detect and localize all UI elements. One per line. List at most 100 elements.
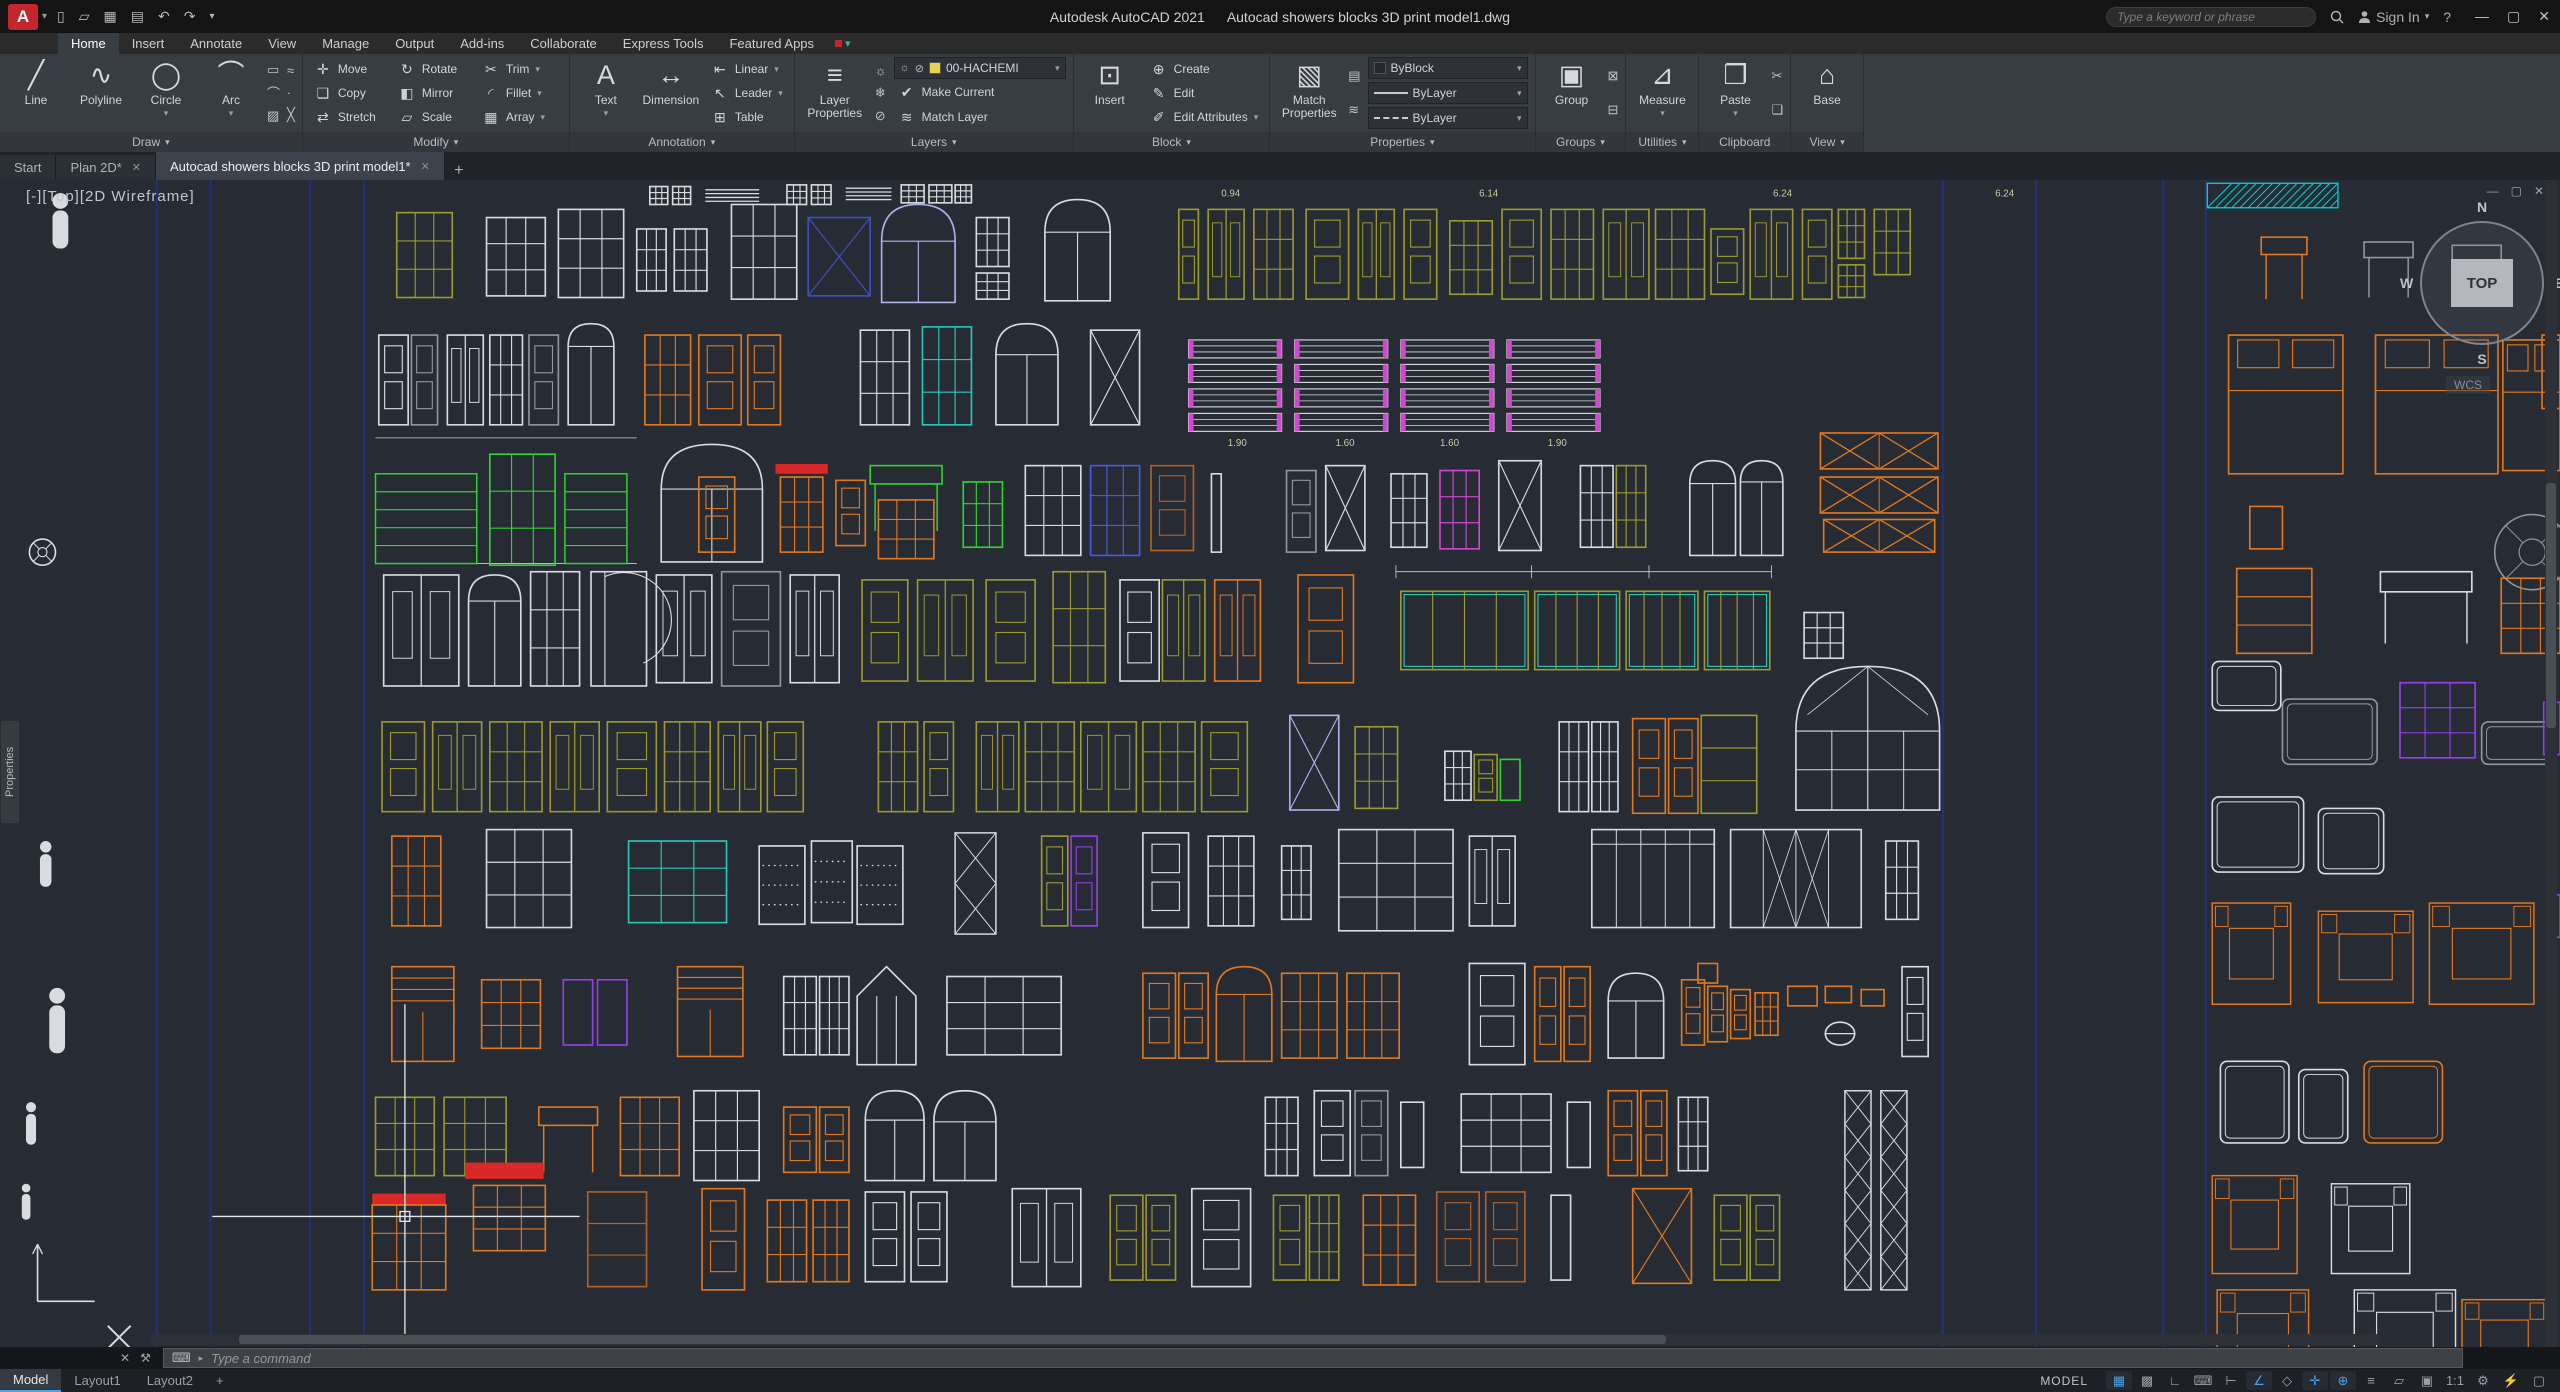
annotation-panel-label[interactable]: Annotation ▾: [569, 132, 794, 152]
wcs-dropdown[interactable]: WCS: [2446, 376, 2490, 394]
trim-button[interactable]: ✂ Trim ▾: [478, 57, 562, 81]
selection-cycling-icon[interactable]: ▣: [2414, 1371, 2440, 1390]
layer-properties-button[interactable]: ≡ Layer Properties: [802, 57, 868, 129]
new-file-icon[interactable]: ▯: [57, 8, 65, 25]
xline-icon[interactable]: ╳: [287, 107, 295, 123]
polyline-tool-button[interactable]: ∿ Polyline: [72, 57, 130, 129]
undo-icon[interactable]: ↶: [158, 8, 170, 25]
redo-icon[interactable]: ↷: [184, 8, 196, 25]
object-snap-tracking-icon[interactable]: ✛: [2302, 1371, 2328, 1390]
vertical-scrollbar-thumb[interactable]: [2546, 483, 2556, 729]
minimize-icon[interactable]: —: [2475, 8, 2489, 25]
draw-panel-label[interactable]: Draw ▾: [0, 132, 302, 152]
block-panel-label[interactable]: Block ▾: [1073, 132, 1270, 152]
ribbon-tab-addins[interactable]: Add-ins: [447, 33, 517, 54]
dimension-tool-button[interactable]: ↔ Dimension: [642, 57, 700, 129]
linetype-dropdown[interactable]: ByLayer ▾: [1367, 107, 1528, 129]
viewcube[interactable]: TOP N S W E: [2400, 199, 2560, 367]
file-tab-start[interactable]: Start: [0, 155, 57, 180]
layer-freeze-icon[interactable]: ❄: [875, 85, 887, 101]
match-properties-button[interactable]: ▧ Match Properties: [1277, 57, 1341, 129]
copy-button[interactable]: ❏ Copy: [310, 81, 394, 105]
help-icon[interactable]: ?: [2443, 9, 2451, 25]
move-button[interactable]: ✛ Move: [310, 57, 394, 81]
horizontal-scrollbar[interactable]: [150, 1334, 2380, 1345]
infer-constraints-icon[interactable]: ∟: [2162, 1371, 2188, 1390]
properties-panel-label[interactable]: Properties ▾: [1270, 132, 1535, 152]
close-icon[interactable]: ✕: [2538, 8, 2550, 25]
layer-dropdown[interactable]: ☼ ⊘ 00-HACHEMI ▾: [893, 57, 1066, 79]
layers-panel-label[interactable]: Layers ▾: [794, 132, 1073, 152]
viewcube-west[interactable]: W: [2400, 275, 2413, 291]
layer-on-icon[interactable]: ☼: [875, 63, 887, 78]
paste-button[interactable]: ❐ Paste ▾: [1706, 57, 1764, 129]
view-panel-label[interactable]: View ▾: [1791, 132, 1864, 152]
lineweight-dropdown[interactable]: ByLayer ▾: [1367, 82, 1528, 104]
ribbon-tab-home[interactable]: Home: [58, 33, 119, 54]
arc-tool-button[interactable]: ⌒ Arc ▾: [202, 57, 260, 129]
annotation-monitor-icon[interactable]: ⚡: [2498, 1371, 2524, 1390]
drawing-minimize-icon[interactable]: —: [2487, 184, 2499, 198]
linear-button[interactable]: ⇤ Linear ▾: [707, 57, 787, 81]
isometric-drafting-icon[interactable]: ◇: [2274, 1371, 2300, 1390]
properties-palette-tab[interactable]: Properties: [0, 720, 20, 824]
ungroup-icon[interactable]: ⊠: [1608, 68, 1619, 84]
ellipse-arc-icon[interactable]: ⌒: [267, 83, 280, 102]
spline-icon[interactable]: ≈: [287, 63, 295, 78]
new-file-tab-button[interactable]: +: [445, 162, 473, 180]
layout1-tab[interactable]: Layout1: [61, 1369, 133, 1392]
circle-tool-button[interactable]: ◯ Circle ▾: [137, 57, 195, 129]
restore-icon[interactable]: ▢: [2507, 8, 2520, 25]
ribbon-tab-output[interactable]: Output: [382, 33, 447, 54]
ribbon-tab-annotate[interactable]: Annotate: [177, 33, 255, 54]
horizontal-scrollbar-thumb[interactable]: [239, 1335, 1667, 1344]
layer-lock-icon[interactable]: ⊘: [875, 108, 887, 124]
plot-icon[interactable]: ▤: [131, 8, 144, 25]
modify-panel-label[interactable]: Modify ▾: [302, 132, 569, 152]
logo-caret-icon[interactable]: ▾: [42, 11, 47, 22]
grid-display-icon[interactable]: ▦: [2106, 1371, 2132, 1390]
ribbon-extra-icon[interactable]: ▾: [827, 33, 859, 54]
ribbon-tab-insert[interactable]: Insert: [119, 33, 178, 54]
ribbon-tab-collaborate[interactable]: Collaborate: [517, 33, 610, 54]
drawing-canvas[interactable]: 0.94 6.14 6.24 6.24 1.90 1.60 1.60 1.90: [0, 180, 2560, 1347]
ribbon-tab-featured-apps[interactable]: Featured Apps: [716, 33, 827, 54]
viewcube-top-face[interactable]: TOP: [2451, 259, 2513, 307]
viewport-controls-label[interactable]: [-][Top][2D Wireframe]: [26, 188, 195, 205]
array-button[interactable]: ▦ Array ▾: [478, 105, 562, 129]
command-customize-icon[interactable]: ⚒: [140, 1351, 151, 1365]
scale-button[interactable]: ▱ Scale: [394, 105, 478, 129]
group-edit-icon[interactable]: ⊟: [1608, 102, 1619, 118]
polar-tracking-icon[interactable]: ∠: [2246, 1371, 2272, 1390]
group-button[interactable]: ▣ Group: [1543, 57, 1601, 129]
drawing-restore-icon[interactable]: ▢: [2511, 184, 2522, 198]
object-snap-icon[interactable]: ⊕: [2330, 1371, 2356, 1390]
leader-button[interactable]: ↖ Leader ▾: [707, 81, 787, 105]
clean-screen-icon[interactable]: ▢: [2526, 1371, 2552, 1390]
snap-mode-icon[interactable]: ▩: [2134, 1371, 2160, 1390]
workspace-switching-icon[interactable]: ⚙: [2470, 1371, 2496, 1390]
ribbon-tab-manage[interactable]: Manage: [309, 33, 382, 54]
save-icon[interactable]: ▦: [104, 8, 117, 25]
transparency-icon[interactable]: ▱: [2386, 1371, 2412, 1390]
autocad-logo-icon[interactable]: A: [8, 3, 38, 30]
ribbon-tab-express-tools[interactable]: Express Tools: [610, 33, 717, 54]
vertical-scrollbar[interactable]: [2545, 180, 2557, 1347]
list-properties-icon[interactable]: ≋: [1348, 102, 1360, 118]
file-tab-plan2d[interactable]: Plan 2D* ✕: [56, 155, 156, 180]
search-icon[interactable]: [2330, 10, 2344, 24]
clipboard-panel-label[interactable]: Clipboard: [1699, 132, 1791, 152]
model-space-badge[interactable]: MODEL: [2040, 1374, 2088, 1388]
lineweight-icon[interactable]: ≡: [2358, 1371, 2384, 1390]
copy-clip-icon[interactable]: ❏: [1771, 102, 1783, 118]
new-layout-button[interactable]: +: [206, 1373, 234, 1388]
base-view-button[interactable]: ⌂ Base: [1798, 57, 1856, 129]
measure-button[interactable]: ⊿ Measure ▾: [1633, 57, 1691, 129]
dynamic-input-icon[interactable]: ⌨: [2190, 1371, 2216, 1390]
object-color-dropdown[interactable]: ByBlock ▾: [1367, 57, 1528, 79]
command-input[interactable]: ⌨ ▸ Type a command: [162, 1348, 2463, 1368]
create-block-button[interactable]: ⊕ Create: [1146, 57, 1263, 81]
edit-block-button[interactable]: ✎ Edit: [1146, 81, 1263, 105]
match-layer-button[interactable]: ≋ Match Layer: [894, 105, 1066, 129]
open-icon[interactable]: ▱: [79, 8, 90, 25]
